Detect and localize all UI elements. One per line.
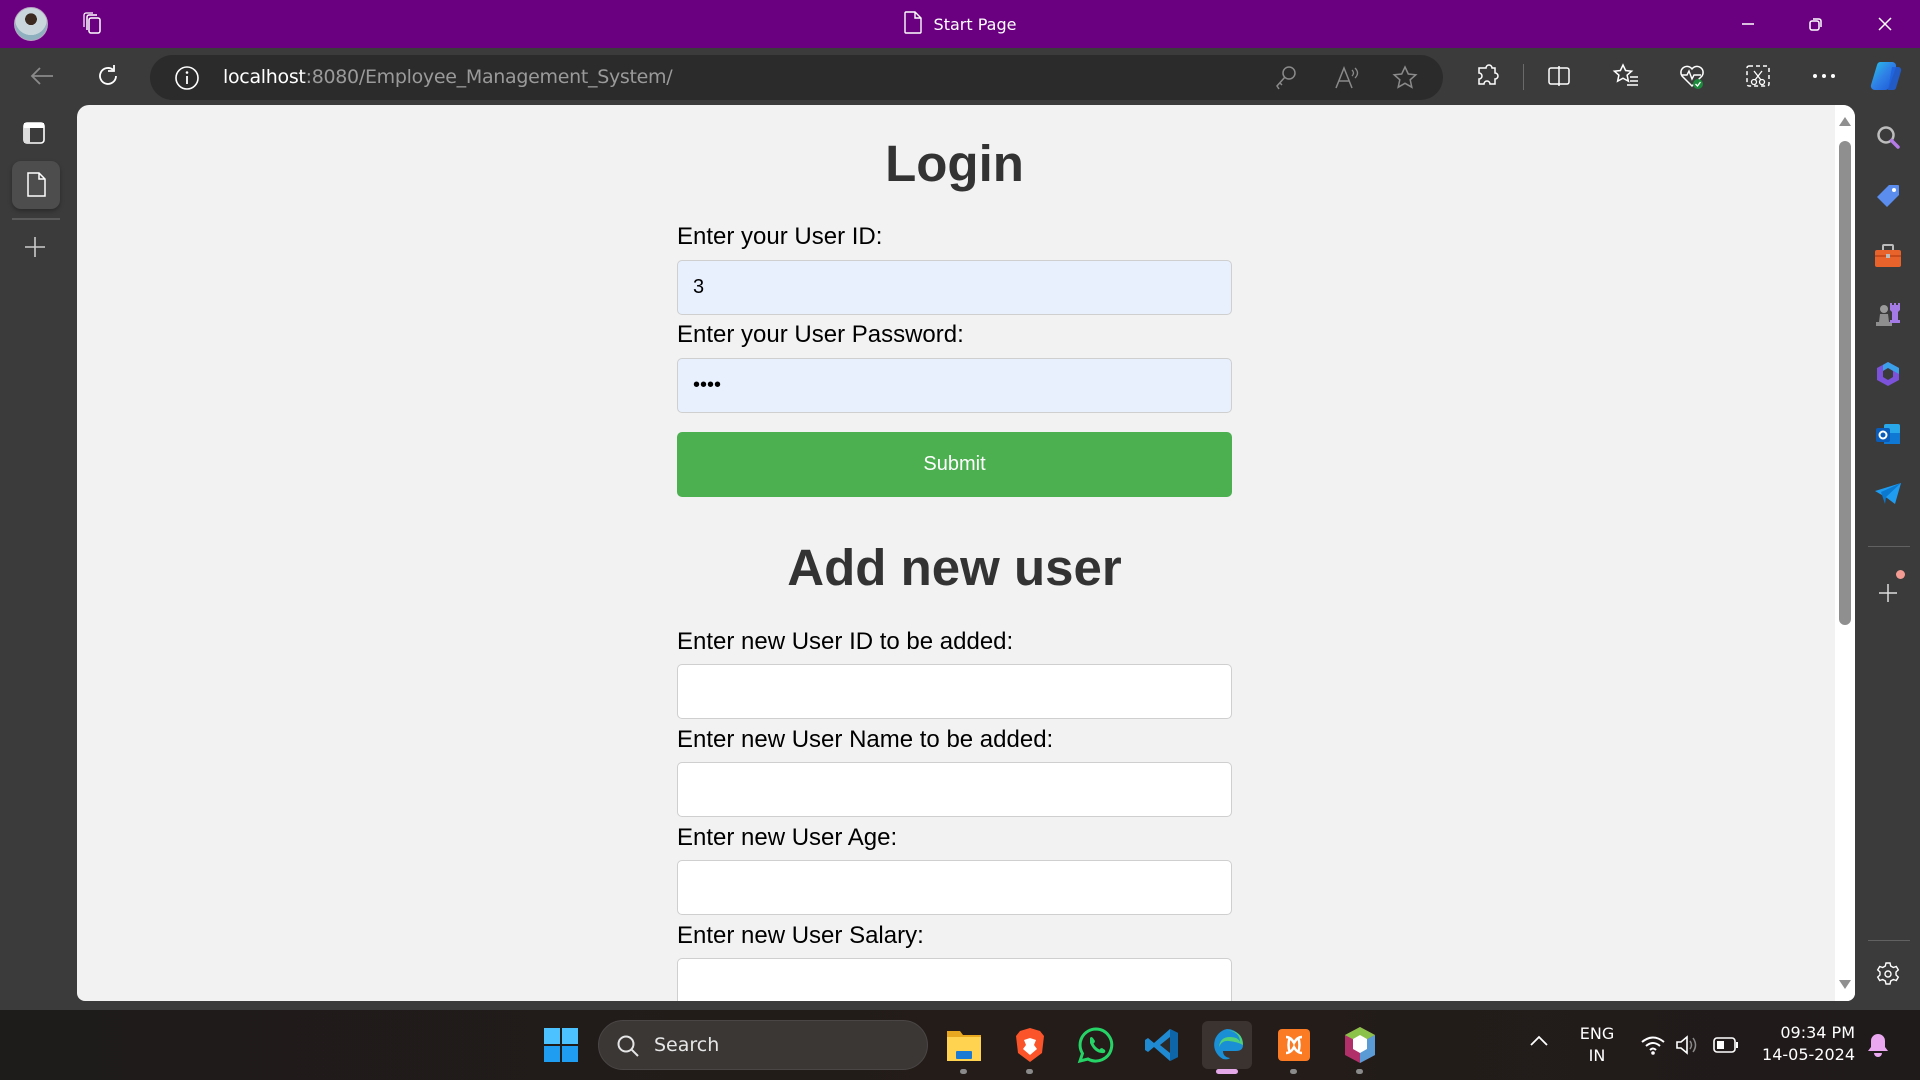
- close-button[interactable]: [1852, 0, 1918, 48]
- tab-actions-icon[interactable]: [22, 121, 46, 150]
- taskbar-search[interactable]: Search: [598, 1020, 928, 1070]
- shopping-tag-icon[interactable]: [1871, 179, 1905, 213]
- settings-icon[interactable]: [1871, 957, 1905, 991]
- running-indicator: [1356, 1069, 1363, 1074]
- more-icon[interactable]: [1806, 58, 1842, 94]
- new-user-age-input[interactable]: [677, 860, 1232, 915]
- microsoft-365-icon[interactable]: [1871, 357, 1905, 391]
- password-input[interactable]: [677, 358, 1232, 413]
- restore-button[interactable]: [1783, 0, 1849, 48]
- browser-toolbar: localhost:8080/Employee_Management_Syste…: [0, 48, 1920, 105]
- url-path: :8080/Employee_Management_System/: [305, 66, 673, 88]
- start-page-tab[interactable]: [12, 161, 60, 209]
- url-text[interactable]: localhost:8080/Employee_Management_Syste…: [223, 66, 673, 88]
- add-icon[interactable]: [1871, 570, 1905, 610]
- taskbar-netbeans[interactable]: [1336, 1021, 1384, 1074]
- address-bar[interactable]: localhost:8080/Employee_Management_Syste…: [150, 55, 1443, 100]
- volume-icon[interactable]: [1675, 1034, 1701, 1061]
- clock-time: 09:34 PM: [1780, 1023, 1855, 1042]
- scrollbar-thumb[interactable]: [1839, 141, 1851, 625]
- region-code: IN: [1588, 1046, 1606, 1065]
- telegram-icon[interactable]: [1871, 477, 1905, 511]
- new-user-salary-label: Enter new User Salary:: [677, 922, 924, 949]
- new-user-name-input[interactable]: [677, 762, 1232, 817]
- taskbar-edge[interactable]: [1202, 1021, 1252, 1074]
- user-id-label: Enter your User ID:: [677, 223, 883, 250]
- taskbar-xampp[interactable]: [1270, 1021, 1318, 1074]
- new-user-name-label: Enter new User Name to be added:: [677, 726, 1054, 753]
- windows-taskbar: Search ENG IN 09:34 PM 14-05-2024: [0, 1010, 1920, 1080]
- title-bar: Start Page: [0, 0, 1920, 48]
- copilot-icon[interactable]: [1868, 58, 1904, 94]
- split-screen-icon[interactable]: [1541, 58, 1577, 94]
- start-button[interactable]: [537, 1021, 585, 1069]
- taskbar-file-explorer[interactable]: [940, 1021, 988, 1074]
- favorite-star-icon[interactable]: [1391, 64, 1419, 97]
- page-viewport: Login Enter your User ID: Enter your Use…: [77, 105, 1855, 1001]
- notification-bell-icon[interactable]: [1867, 1032, 1889, 1063]
- notification-dot-icon: [1896, 570, 1905, 579]
- toolbar-divider: [1523, 64, 1524, 90]
- extensions-icon[interactable]: [1469, 58, 1505, 94]
- page-document-icon: [27, 172, 46, 197]
- running-indicator: [960, 1069, 967, 1074]
- window-title-text: Start Page: [933, 14, 1017, 34]
- window-title: Start Page: [0, 0, 1920, 48]
- new-tab-icon[interactable]: [24, 236, 46, 263]
- tabs-divider: [12, 218, 60, 220]
- login-heading: Login: [885, 135, 1024, 192]
- clock[interactable]: 09:34 PM 14-05-2024: [1755, 1022, 1855, 1066]
- games-icon[interactable]: [1871, 297, 1905, 331]
- add-user-heading: Add new user: [787, 539, 1122, 596]
- taskbar-whatsapp[interactable]: [1072, 1021, 1120, 1069]
- outlook-icon[interactable]: [1871, 417, 1905, 451]
- site-info-icon[interactable]: [174, 65, 200, 96]
- password-label: Enter your User Password:: [677, 321, 964, 348]
- taskbar-brave[interactable]: [1006, 1021, 1054, 1074]
- scroll-up-arrow-icon[interactable]: [1839, 117, 1851, 126]
- page-document-icon: [903, 10, 922, 38]
- wifi-icon[interactable]: [1640, 1035, 1666, 1060]
- sidebar-divider-bottom: [1868, 940, 1910, 941]
- show-hidden-icons-chevron-icon[interactable]: [1529, 1033, 1549, 1052]
- browser-essentials-icon[interactable]: [1674, 58, 1710, 94]
- scroll-down-arrow-icon[interactable]: [1839, 980, 1851, 989]
- refresh-icon[interactable]: [90, 58, 126, 94]
- language-code: ENG: [1579, 1024, 1615, 1043]
- page-scrollbar[interactable]: [1835, 105, 1855, 1001]
- search-label: Search: [654, 1034, 720, 1056]
- url-host: localhost: [223, 66, 306, 88]
- clock-date: 14-05-2024: [1762, 1045, 1855, 1064]
- running-indicator: [1290, 1069, 1297, 1074]
- new-user-salary-input[interactable]: [677, 958, 1232, 1001]
- tools-icon[interactable]: [1871, 239, 1905, 273]
- user-id-input[interactable]: [677, 260, 1232, 315]
- language-indicator[interactable]: ENG IN: [1577, 1023, 1617, 1067]
- battery-icon[interactable]: [1713, 1037, 1739, 1058]
- new-user-age-label: Enter new User Age:: [677, 824, 898, 851]
- read-aloud-icon[interactable]: [1333, 64, 1361, 97]
- back-icon[interactable]: [24, 58, 60, 94]
- search-icon: [617, 1035, 639, 1057]
- vertical-tabs-bar: [0, 105, 77, 1010]
- new-user-id-label: Enter new User ID to be added:: [677, 628, 1014, 655]
- active-indicator: [1216, 1069, 1238, 1074]
- submit-button[interactable]: Submit: [677, 432, 1232, 497]
- sidebar-divider: [1868, 546, 1910, 547]
- password-key-icon[interactable]: [1274, 65, 1298, 96]
- search-icon[interactable]: [1871, 120, 1905, 154]
- screenshot-icon[interactable]: [1740, 58, 1776, 94]
- edge-sidebar: [1855, 105, 1920, 1010]
- running-indicator: [1026, 1069, 1033, 1074]
- favorites-icon[interactable]: [1608, 58, 1644, 94]
- new-user-id-input[interactable]: [677, 664, 1232, 719]
- taskbar-vscode[interactable]: [1138, 1021, 1186, 1069]
- minimize-button[interactable]: [1715, 0, 1781, 48]
